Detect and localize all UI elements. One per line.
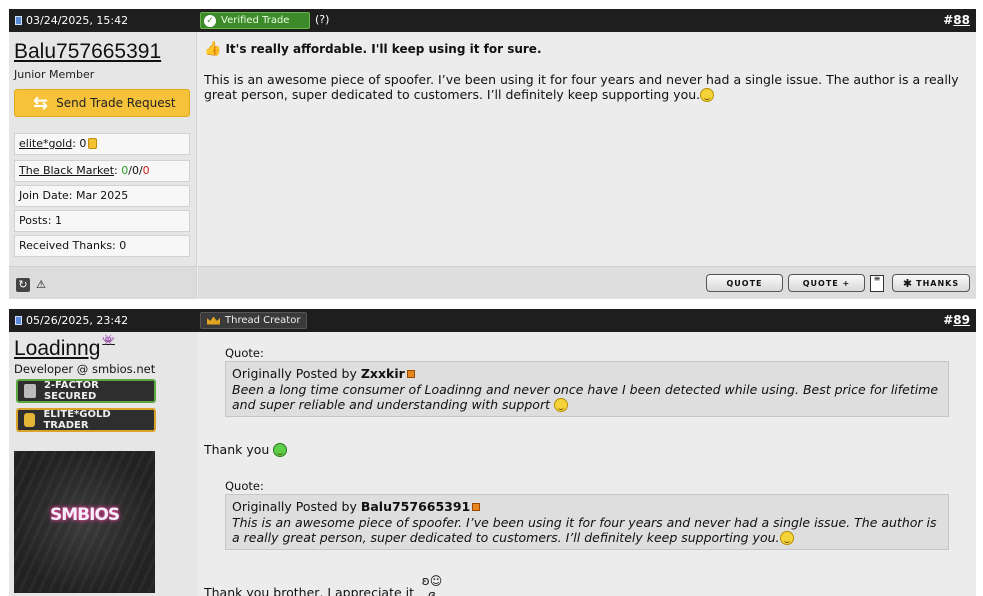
warning-icon[interactable]: ⚠ bbox=[34, 278, 48, 292]
avatar-logo: SMBIOS bbox=[50, 505, 120, 525]
quote-author: Zxxkir bbox=[360, 366, 405, 381]
coins-icon bbox=[24, 413, 36, 427]
post-body-text: This is an awesome piece of spoofer. I’v… bbox=[204, 72, 959, 102]
quote-label: Quote: bbox=[225, 479, 264, 493]
user-info-panel: Balu757665391 Junior Member ⇆ Send Trade… bbox=[9, 32, 197, 299]
quote-origin-prefix: Originally Posted by bbox=[232, 366, 361, 381]
post-count: Posts: 1 bbox=[14, 210, 190, 232]
grin-icon bbox=[273, 443, 288, 457]
post-title-text: It's really affordable. I'll keep using … bbox=[225, 42, 542, 56]
quote-label: Quote: bbox=[225, 346, 264, 360]
elitegold-value: : 0 bbox=[72, 137, 87, 150]
post-number-link[interactable]: 88 bbox=[953, 13, 970, 27]
smiley-icon bbox=[553, 398, 568, 412]
thread-creator-label: Thread Creator bbox=[225, 315, 301, 326]
lock-icon bbox=[24, 384, 36, 398]
quote-text: This is an awesome piece of spoofer. I’v… bbox=[232, 515, 942, 545]
thumbs-up-icon: 👍 bbox=[204, 41, 222, 57]
crown-icon bbox=[207, 316, 220, 325]
avatar[interactable]: SMBIOS bbox=[14, 451, 155, 593]
quote-box: Originally Posted by Balu757665391 This … bbox=[225, 494, 949, 550]
post-date-text: 03/24/2025, 15:42 bbox=[26, 14, 129, 27]
post-number-link[interactable]: 89 bbox=[953, 313, 970, 327]
thanks-button[interactable]: ✱ THANKS bbox=[892, 274, 970, 292]
black-market-link[interactable]: The Black Market bbox=[19, 164, 114, 177]
thread-creator-badge: Thread Creator bbox=[200, 312, 308, 329]
reload-icon[interactable]: ↻ bbox=[16, 278, 30, 292]
view-post-icon[interactable] bbox=[406, 370, 415, 378]
quote-text-content: Been a long time consumer of Loadinng an… bbox=[232, 382, 939, 412]
doc-icon bbox=[15, 316, 22, 325]
user-actions-strip: ↻ ⚠ bbox=[9, 266, 196, 299]
arrows-icon: ⇆ bbox=[33, 92, 49, 114]
send-trade-request-button[interactable]: ⇆ Send Trade Request bbox=[14, 89, 190, 117]
user-title: Developer @ smbios.net bbox=[14, 362, 156, 376]
post-content: Quote: Originally Posted by Zxxkir Been … bbox=[198, 332, 976, 596]
trade-button-label: Send Trade Request bbox=[56, 96, 176, 110]
post-header: 05/26/2025, 23:42 Thread Creator #89 bbox=[9, 309, 976, 332]
smiley-icon bbox=[700, 88, 715, 102]
check-icon: ✓ bbox=[204, 14, 216, 27]
market-negative: 0 bbox=[142, 164, 150, 177]
post-89: 05/26/2025, 23:42 Thread Creator #89 Loa… bbox=[9, 309, 976, 596]
received-thanks: Received Thanks: 0 bbox=[14, 235, 190, 257]
quote-text-content: This is an awesome piece of spoofer. I’v… bbox=[232, 515, 937, 545]
elitegold-stat: elite*gold: 0 bbox=[14, 133, 190, 155]
elitegold-trader-label: ELITE*GOLD TRADER bbox=[43, 409, 111, 431]
coin-icon bbox=[88, 138, 98, 149]
post-88: 03/24/2025, 15:42 ✓ Verified Trade (?) #… bbox=[9, 9, 976, 299]
post-header: 03/24/2025, 15:42 ✓ Verified Trade (?) #… bbox=[9, 9, 976, 32]
elitegold-trader-badge: ELITE*GOLD TRADER bbox=[16, 408, 156, 432]
post-number-prefix: # bbox=[943, 13, 954, 27]
view-post-icon[interactable] bbox=[472, 503, 481, 511]
post-number: #89 bbox=[943, 313, 970, 327]
thanks-label: THANKS bbox=[916, 278, 960, 288]
post-title: 👍 It's really affordable. I'll keep usin… bbox=[204, 41, 542, 57]
quote-origin: Originally Posted by Balu757665391 bbox=[232, 499, 942, 514]
multi-quote-button[interactable]: QUOTE + bbox=[788, 274, 865, 292]
star-icon: ✱ bbox=[902, 276, 914, 290]
multiquote-icon[interactable]: ≡ bbox=[870, 275, 884, 292]
two-factor-label: 2-FACTOR SECURED bbox=[43, 380, 99, 402]
two-factor-badge: 2-FACTOR SECURED bbox=[16, 379, 156, 403]
username-row: Loadinng 👾 bbox=[14, 335, 115, 361]
quote-button[interactable]: QUOTE bbox=[706, 274, 783, 292]
smiley-icon bbox=[779, 531, 794, 545]
reply-line: Thank you brother, I appreciate it ʚ☺ɞ bbox=[204, 574, 446, 596]
post-actions: QUOTE QUOTE + ≡ ✱ THANKS bbox=[198, 266, 976, 299]
username-link[interactable]: Balu757665391 bbox=[14, 40, 161, 64]
reply-line: Thank you bbox=[204, 442, 288, 457]
market-positive: 0 bbox=[121, 164, 129, 177]
post-date-text: 05/26/2025, 23:42 bbox=[26, 314, 129, 327]
post-date: 05/26/2025, 23:42 bbox=[15, 314, 128, 327]
quote-text: Been a long time consumer of Loadinng an… bbox=[232, 382, 942, 412]
post-content: 👍 It's really affordable. I'll keep usin… bbox=[198, 32, 976, 299]
post-number-prefix: # bbox=[943, 313, 954, 327]
elitegold-link[interactable]: elite*gold bbox=[19, 137, 72, 150]
black-market-stat: The Black Market: 0/0/0 bbox=[14, 160, 190, 182]
quote-origin: Originally Posted by Zxxkir bbox=[232, 366, 942, 381]
quote-author: Balu757665391 bbox=[360, 499, 471, 514]
space-invader-icon: 👾 bbox=[102, 335, 115, 346]
post-date: 03/24/2025, 15:42 bbox=[15, 14, 128, 27]
quote-box: Originally Posted by Zxxkir Been a long … bbox=[225, 361, 949, 417]
user-info-panel: Loadinng 👾 Developer @ smbios.net 2-FACT… bbox=[9, 332, 197, 596]
quote-origin-prefix: Originally Posted by bbox=[232, 499, 361, 514]
username-link[interactable]: Loadinng bbox=[14, 337, 100, 361]
post-body: This is an awesome piece of spoofer. I’v… bbox=[204, 72, 964, 102]
post-number: #88 bbox=[943, 13, 970, 27]
doc-icon bbox=[15, 16, 22, 25]
user-title: Junior Member bbox=[14, 68, 95, 81]
verified-trade-label: Verified Trade bbox=[221, 15, 290, 26]
reply-text: Thank you bbox=[204, 442, 270, 457]
join-date: Join Date: Mar 2025 bbox=[14, 185, 190, 207]
market-neutral: 0 bbox=[131, 164, 139, 177]
candy-icon: ʚ☺ɞ bbox=[421, 574, 443, 596]
help-link[interactable]: (?) bbox=[315, 13, 329, 26]
verified-trade-badge[interactable]: ✓ Verified Trade bbox=[200, 12, 310, 29]
reply-text: Thank you brother, I appreciate it bbox=[204, 585, 415, 596]
